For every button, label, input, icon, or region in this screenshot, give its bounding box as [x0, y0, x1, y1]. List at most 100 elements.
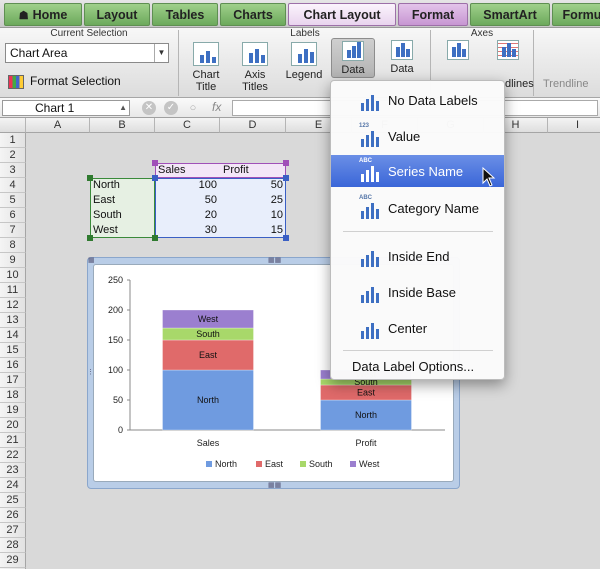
row-header[interactable]: 15: [0, 343, 26, 358]
data-labels-button[interactable]: Data: [331, 38, 375, 78]
row-header[interactable]: 17: [0, 373, 26, 388]
cell-header-profit[interactable]: Profit: [220, 163, 286, 178]
more-icon[interactable]: ○: [186, 101, 200, 115]
row-header[interactable]: 8: [0, 238, 26, 253]
gridlines-label: dlines: [505, 78, 534, 90]
row-header[interactable]: 29: [0, 553, 26, 568]
x-tick-label: Sales: [197, 438, 220, 448]
menu-item-data-label-options[interactable]: Data Label Options...: [352, 359, 474, 374]
range-handle[interactable]: [87, 175, 93, 181]
current-selection-combo[interactable]: Chart Area ▼: [5, 43, 169, 63]
row-header[interactable]: 24: [0, 478, 26, 493]
column-header[interactable]: I: [548, 118, 600, 133]
column-header[interactable]: C: [155, 118, 220, 133]
resize-handle[interactable]: ▦▦: [268, 256, 281, 264]
range-handle[interactable]: [152, 160, 158, 166]
row-header[interactable]: 6: [0, 208, 26, 223]
legend-button[interactable]: Legend: [282, 40, 326, 96]
row-header[interactable]: 20: [0, 418, 26, 433]
row-header[interactable]: 9: [0, 253, 26, 268]
row-header[interactable]: 10: [0, 268, 26, 283]
cell-value[interactable]: 50: [155, 193, 220, 208]
resize-handle[interactable]: ▦: [88, 256, 95, 264]
menu-item-category-name[interactable]: ABC Category Name: [331, 192, 504, 224]
data-table-button[interactable]: Data: [380, 38, 424, 78]
cell-value[interactable]: 15: [220, 223, 286, 238]
range-handle[interactable]: [152, 235, 158, 241]
data-labels-label: Data: [341, 64, 365, 76]
range-handle[interactable]: [87, 235, 93, 241]
cell-value[interactable]: 100: [155, 178, 220, 193]
confirm-icon[interactable]: ✓: [164, 101, 178, 115]
tab-format[interactable]: Format: [398, 3, 468, 26]
fx-icon[interactable]: fx: [212, 100, 221, 114]
series-name-badge: ABC: [359, 158, 372, 164]
row-header[interactable]: 7: [0, 223, 26, 238]
row-header[interactable]: 1: [0, 133, 26, 148]
row-header[interactable]: 4: [0, 178, 26, 193]
row-header[interactable]: 2: [0, 148, 26, 163]
trendline-button[interactable]: Trendline: [543, 78, 588, 90]
row-header[interactable]: 21: [0, 433, 26, 448]
tab-chart-layout[interactable]: Chart Layout: [288, 3, 396, 26]
menu-item-center[interactable]: Center: [331, 312, 504, 344]
cell-label[interactable]: South: [90, 208, 155, 223]
cell-value[interactable]: 20: [155, 208, 220, 223]
select-all-corner[interactable]: [0, 118, 26, 133]
row-header[interactable]: 25: [0, 493, 26, 508]
tab-tables[interactable]: Tables: [152, 3, 218, 26]
chevron-down-icon[interactable]: ▼: [154, 44, 168, 62]
cell-label[interactable]: North: [90, 178, 155, 193]
row-header[interactable]: 11: [0, 283, 26, 298]
menu-item-inside-end[interactable]: Inside End: [331, 240, 504, 272]
cell-header-sales[interactable]: Sales: [155, 163, 220, 178]
row-header[interactable]: 28: [0, 538, 26, 553]
row-header[interactable]: 19: [0, 403, 26, 418]
row-header[interactable]: 13: [0, 313, 26, 328]
menu-item-label: Center: [388, 321, 428, 336]
data-label: East: [199, 350, 218, 360]
tab-charts[interactable]: Charts: [220, 3, 286, 26]
axis-titles-button[interactable]: Axis Titles: [233, 40, 277, 96]
menu-item-value[interactable]: 123 Value: [331, 120, 504, 152]
range-handle[interactable]: [283, 235, 289, 241]
tab-smartart[interactable]: SmartArt: [470, 3, 550, 26]
cell-label[interactable]: West: [90, 223, 155, 238]
tab-home[interactable]: ☗ Home: [4, 3, 82, 26]
range-handle[interactable]: [152, 175, 158, 181]
tab-formulas[interactable]: Formu: [552, 3, 600, 26]
cell-label[interactable]: East: [90, 193, 155, 208]
menu-item-inside-base[interactable]: Inside Base: [331, 276, 504, 308]
name-box[interactable]: Chart 1 ▲: [2, 100, 130, 116]
range-handle[interactable]: [283, 175, 289, 181]
row-header[interactable]: 5: [0, 193, 26, 208]
column-header[interactable]: B: [90, 118, 155, 133]
menu-item-series-name[interactable]: ABC Series Name: [331, 155, 504, 187]
axes-button[interactable]: [436, 38, 480, 78]
range-handle[interactable]: [283, 160, 289, 166]
cancel-icon[interactable]: ✕: [142, 101, 156, 115]
row-header[interactable]: 23: [0, 463, 26, 478]
cell-value[interactable]: 50: [220, 178, 286, 193]
cell-value[interactable]: 10: [220, 208, 286, 223]
row-header[interactable]: 26: [0, 508, 26, 523]
tab-layout[interactable]: Layout: [84, 3, 150, 26]
row-header[interactable]: 14: [0, 328, 26, 343]
row-header[interactable]: 3: [0, 163, 26, 178]
stepper-icon[interactable]: ▲: [119, 101, 127, 115]
mouse-cursor-icon: [482, 167, 496, 187]
cell-value[interactable]: 25: [220, 193, 286, 208]
cell-value[interactable]: 30: [155, 223, 220, 238]
column-header[interactable]: A: [26, 118, 90, 133]
format-selection-button[interactable]: Format Selection: [8, 72, 121, 90]
row-header[interactable]: 16: [0, 358, 26, 373]
row-header[interactable]: 18: [0, 388, 26, 403]
chart-title-button[interactable]: Chart Title: [184, 40, 228, 96]
column-header[interactable]: D: [220, 118, 286, 133]
row-header[interactable]: 22: [0, 448, 26, 463]
gridlines-button[interactable]: [486, 38, 530, 78]
row-header[interactable]: 12: [0, 298, 26, 313]
row-header[interactable]: 27: [0, 523, 26, 538]
menu-item-no-data-labels[interactable]: No Data Labels: [331, 84, 504, 116]
legend-swatch: [350, 461, 356, 467]
